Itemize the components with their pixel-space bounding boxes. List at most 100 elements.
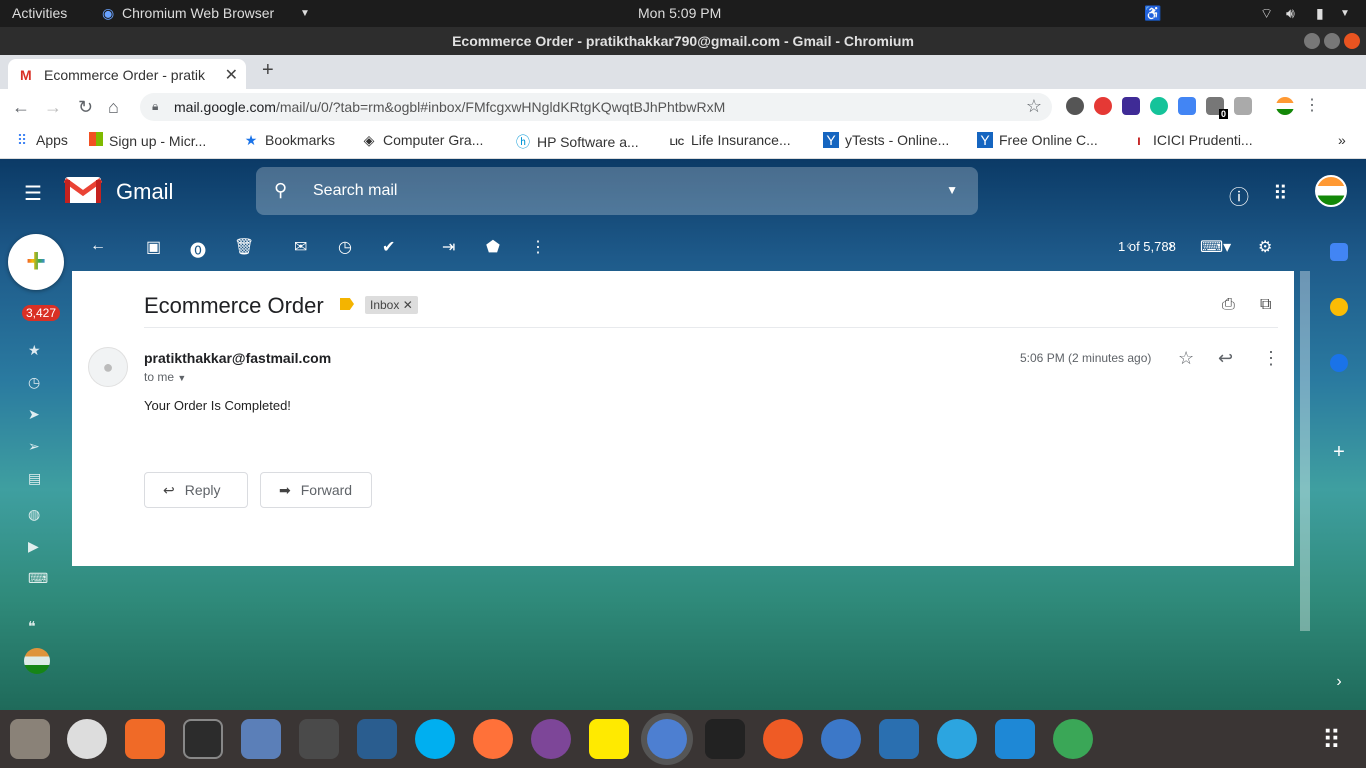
- bookmark-folder[interactable]: ★ Bookmarks: [243, 132, 335, 149]
- tab-close-icon[interactable]: ✕: [225, 65, 238, 85]
- snoozed-icon[interactable]: ◷: [28, 374, 40, 391]
- system-monitor-app-icon[interactable]: [705, 719, 745, 759]
- vscode-app-icon[interactable]: [995, 719, 1035, 759]
- browser-menu-icon[interactable]: ⋮: [1304, 97, 1322, 115]
- files-app-icon[interactable]: [10, 719, 50, 759]
- mark-unread-icon[interactable]: ✉: [294, 237, 307, 257]
- sent-icon[interactable]: ➢: [28, 438, 40, 455]
- report-spam-icon[interactable]: ⓿: [190, 237, 206, 261]
- sender-email[interactable]: pratikthakkar@fastmail.com: [144, 350, 331, 366]
- show-side-panel-icon[interactable]: ›: [1330, 673, 1348, 691]
- search-icon[interactable]: ⚲: [274, 180, 287, 201]
- new-tab-button[interactable]: +: [262, 59, 274, 82]
- volume-icon[interactable]: 🔊︎: [1286, 5, 1295, 22]
- app-menu[interactable]: Chromium Web Browser: [122, 5, 274, 21]
- drafts-icon[interactable]: ▤: [28, 470, 41, 487]
- bookmark-microsoft[interactable]: Sign up - Micr...: [89, 132, 206, 149]
- tor-browser-app-icon[interactable]: [531, 719, 571, 759]
- maximize-button[interactable]: [1324, 33, 1340, 49]
- important-icon[interactable]: ➤: [28, 406, 40, 423]
- message-more-icon[interactable]: ⋮: [1262, 348, 1280, 369]
- main-menu-icon[interactable]: ☰: [24, 181, 42, 206]
- address-bar[interactable]: 🔒︎ mail.google.com/mail/u/0/?tab=rm&ogbl…: [140, 93, 1052, 121]
- account-avatar[interactable]: [1315, 175, 1347, 207]
- wifi-icon[interactable]: ⌔: [1260, 5, 1273, 23]
- details-chevron-icon[interactable]: ▼: [177, 373, 186, 383]
- support-icon[interactable]: ⓘ: [1229, 181, 1249, 210]
- notes-app-icon[interactable]: [589, 719, 629, 759]
- tasks-icon[interactable]: [1330, 354, 1348, 372]
- software-center-app-icon[interactable]: [125, 719, 165, 759]
- translate-extension-icon[interactable]: [1178, 97, 1196, 115]
- newer-icon[interactable]: ‹: [1126, 237, 1131, 255]
- calendar-icon[interactable]: [1330, 243, 1348, 261]
- older-icon[interactable]: ›: [1168, 237, 1173, 255]
- remote-app-icon[interactable]: [879, 719, 919, 759]
- diamond-extension-icon[interactable]: [1122, 97, 1140, 115]
- rhythmbox-app-icon[interactable]: [67, 719, 107, 759]
- scrollbar[interactable]: [1300, 271, 1310, 631]
- bookmark-free-online[interactable]: Y Free Online C...: [977, 132, 1098, 148]
- mysql-workbench-app-icon[interactable]: [357, 719, 397, 759]
- network-app-icon[interactable]: [241, 719, 281, 759]
- reload-icon[interactable]: ↻: [78, 97, 93, 118]
- chromium-app-icon[interactable]: [647, 719, 687, 759]
- block-extension-icon[interactable]: [1094, 97, 1112, 115]
- accessibility-icon[interactable]: ♿: [1144, 5, 1161, 22]
- compose-button[interactable]: +: [8, 234, 64, 290]
- profile-avatar[interactable]: [1276, 97, 1294, 115]
- bookmark-life-insurance[interactable]: LIC Life Insurance...: [669, 132, 791, 148]
- input-tools-icon[interactable]: ⌨▾: [1200, 237, 1231, 257]
- archive-icon[interactable]: ▣: [146, 237, 161, 257]
- search-bar[interactable]: ⚲ Search mail ▼: [256, 167, 978, 215]
- chat-icon[interactable]: ◍: [28, 506, 40, 523]
- search-options-icon[interactable]: ▼: [946, 183, 958, 197]
- terminal-app-icon[interactable]: [183, 719, 223, 759]
- more-actions-icon[interactable]: ⋮: [530, 237, 546, 257]
- cast-extension-icon[interactable]: [1234, 97, 1252, 115]
- bookmark-apps[interactable]: ⠿ Apps: [14, 132, 68, 149]
- remove-label-icon[interactable]: ✕: [403, 298, 413, 312]
- keyboard-icon[interactable]: ⌨: [28, 570, 48, 587]
- recipient-details[interactable]: to me ▼: [144, 370, 186, 384]
- forward-icon[interactable]: →: [44, 97, 62, 118]
- firefox-app-icon[interactable]: [473, 719, 513, 759]
- keep-icon[interactable]: [1330, 298, 1348, 316]
- important-marker-icon[interactable]: [340, 298, 354, 310]
- forward-button[interactable]: ➡ Forward: [260, 472, 372, 508]
- search-input[interactable]: Search mail: [313, 182, 397, 200]
- skype-app-icon[interactable]: [415, 719, 455, 759]
- move-to-icon[interactable]: ⇥: [442, 237, 455, 257]
- telegram-app-icon[interactable]: [937, 719, 977, 759]
- open-new-window-icon[interactable]: ⧉: [1260, 296, 1271, 314]
- privacy-extension-icon[interactable]: 0: [1206, 97, 1228, 119]
- snooze-icon[interactable]: ◷: [338, 237, 352, 257]
- postman-app-icon[interactable]: [763, 719, 803, 759]
- get-addons-icon[interactable]: +: [1330, 442, 1348, 462]
- speed-extension-icon[interactable]: [1066, 97, 1084, 115]
- settings-icon[interactable]: ⚙: [1258, 237, 1272, 257]
- hangouts-icon[interactable]: ❝: [28, 618, 36, 635]
- reply-icon[interactable]: ↩: [1218, 348, 1233, 369]
- rocket-app-icon[interactable]: [1053, 719, 1093, 759]
- tab-gmail[interactable]: M Ecommerce Order - pratik ✕: [8, 59, 246, 89]
- hangouts-avatar[interactable]: [24, 648, 50, 674]
- meet-icon[interactable]: ▶: [28, 538, 39, 555]
- sender-avatar[interactable]: ●: [88, 347, 128, 387]
- activities-button[interactable]: Activities: [12, 5, 67, 21]
- close-button[interactable]: [1344, 33, 1360, 49]
- star-message-icon[interactable]: ☆: [1178, 348, 1194, 369]
- clock[interactable]: Mon 5:09 PM: [638, 5, 721, 21]
- labels-icon[interactable]: ⬟: [486, 237, 500, 257]
- add-to-tasks-icon[interactable]: ✔: [382, 237, 395, 257]
- delete-icon[interactable]: 🗑︎: [234, 237, 254, 257]
- bookmark-star-icon[interactable]: ☆: [1026, 96, 1042, 117]
- reply-button[interactable]: ↩ Reply: [144, 472, 248, 508]
- bookmark-computer-graphics[interactable]: ◈ Computer Gra...: [361, 132, 484, 149]
- battery-icon[interactable]: ▮: [1316, 5, 1324, 22]
- starred-icon[interactable]: ★: [28, 342, 41, 359]
- back-icon[interactable]: ←: [12, 97, 30, 118]
- print-icon[interactable]: ⎙: [1222, 296, 1235, 314]
- bookmark-icici[interactable]: ı ICICI Prudenti...: [1131, 132, 1253, 148]
- qbittorrent-app-icon[interactable]: [821, 719, 861, 759]
